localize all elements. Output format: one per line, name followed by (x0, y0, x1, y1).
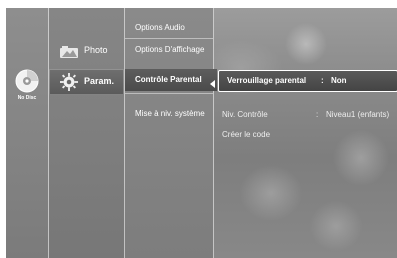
submenu-item-system-upgrade[interactable]: Mise à niv. système (125, 104, 213, 124)
submenu-item-label: Options Audio (135, 23, 185, 32)
category-column: Photo Param. (49, 8, 125, 258)
option-rating-level[interactable]: Niv. Contrôle : Niveau1 (enfants) (214, 104, 397, 126)
submenu-item-label: Options D'affichage (135, 45, 205, 54)
submenu-item-parental-control[interactable]: Contrôle Parental (125, 69, 217, 91)
disc-icon (15, 69, 39, 93)
option-label: Verrouillage parental (227, 76, 307, 85)
options-column: Verrouillage parental : Non Niv. Contrôl… (214, 8, 397, 258)
screen: No Disc Photo Param. Options Audio Optio… (0, 0, 397, 258)
submenu-item-audio[interactable]: Options Audio (125, 18, 213, 38)
option-create-code[interactable]: Créer le code (214, 124, 397, 146)
divider (125, 38, 213, 39)
disc-status-label: No Disc (17, 95, 37, 101)
category-photo[interactable]: Photo (49, 38, 124, 64)
option-value: Niveau1 (enfants) (326, 110, 390, 119)
category-label: Photo (84, 45, 108, 55)
setup-menu-panel: No Disc Photo Param. Options Audio Optio… (6, 8, 397, 258)
option-label: Créer le code (222, 130, 271, 139)
option-parental-lock[interactable]: Verrouillage parental : Non (218, 70, 397, 92)
category-settings[interactable]: Param. (49, 69, 124, 95)
option-value: Non (331, 76, 347, 85)
submenu-item-display[interactable]: Options D'affichage (125, 40, 213, 60)
option-separator: : (321, 76, 324, 85)
photo-icon (60, 46, 78, 58)
divider (125, 93, 213, 94)
category-label: Param. (84, 76, 115, 86)
disc-status-column: No Disc (6, 8, 49, 258)
submenu-column: Options Audio Options D'affichage Contrô… (125, 8, 217, 258)
gear-icon (60, 73, 78, 91)
option-separator: : (316, 110, 319, 119)
option-label: Niv. Contrôle (222, 110, 268, 119)
submenu-item-label: Mise à niv. système (135, 109, 205, 118)
submenu-item-label: Contrôle Parental (135, 75, 202, 84)
